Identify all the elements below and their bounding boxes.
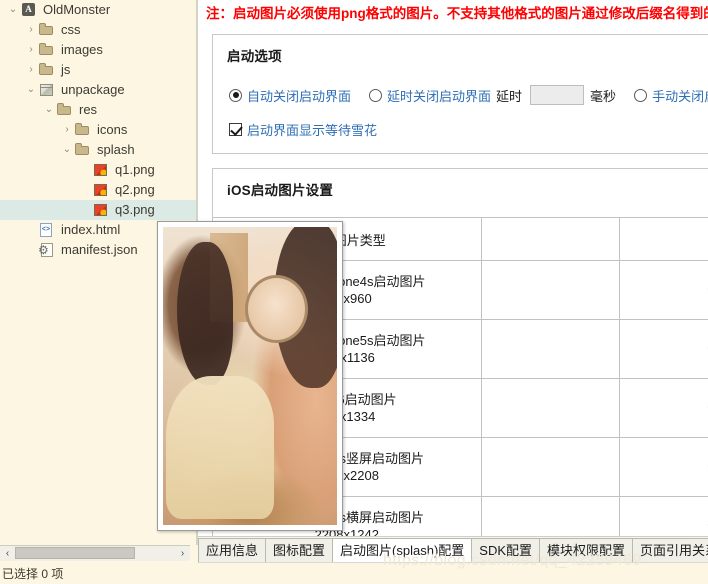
tree-item-images[interactable]: › images (0, 40, 196, 60)
tree-item-label: unpackage (61, 82, 125, 97)
tab-1[interactable]: 图标配置 (265, 538, 334, 562)
tree-item-label: q3.png (115, 202, 155, 217)
scrollbar-track[interactable] (15, 546, 175, 561)
tree-item-css[interactable]: › css (0, 20, 196, 40)
chevron-down-icon[interactable]: ⌄ (42, 100, 56, 120)
html-file-icon (38, 222, 56, 238)
tab-4[interactable]: 模块权限配置 (539, 538, 634, 562)
tree-item-label: splash (97, 142, 135, 157)
tree-item-label: images (61, 42, 103, 57)
tree-item-label: q1.png (115, 162, 155, 177)
tab-0[interactable]: 应用信息 (198, 538, 267, 562)
tree-item-q2-png[interactable]: q2.png (0, 180, 196, 200)
tree-item-js[interactable]: › js (0, 60, 196, 80)
radio-manual-close[interactable] (634, 88, 648, 102)
preview-photo (163, 227, 337, 525)
tree-item-res[interactable]: ⌄ res (0, 100, 196, 120)
launch-options-title: 启动选项 (227, 49, 282, 64)
launch-mode-radio-group[interactable]: 自动关闭启动界面 延时关闭启动界面 延时 毫秒 手动关闭启动界 (229, 85, 708, 105)
chevron-right-icon[interactable]: › (24, 40, 38, 60)
chevron-right-icon[interactable]: › (24, 60, 38, 80)
tree-item-label: q2.png (115, 182, 155, 197)
cell-preview-action[interactable] (619, 378, 708, 438)
tree-item-label: css (61, 22, 81, 37)
tree-item-label: OldMonster (43, 2, 111, 17)
scrollbar-thumb[interactable] (15, 547, 135, 559)
delay-unit-label: 毫秒 (590, 88, 617, 104)
tree-horizontal-scrollbar[interactable]: ‹ › (0, 545, 190, 561)
chevron-down-icon[interactable]: ⌄ (6, 0, 20, 20)
photo-sweater (166, 376, 275, 520)
radio-manual-close-label[interactable]: 手动关闭启动界 (652, 86, 708, 105)
cell-preview (481, 260, 620, 320)
column-header-preview (481, 217, 620, 261)
status-bar: 已选择 0 项 (2, 567, 64, 581)
tree-item-icons[interactable]: › icons (0, 120, 196, 140)
tab-5[interactable]: 页面引用关系 (632, 538, 708, 562)
chevron-right-icon[interactable]: › (24, 20, 38, 40)
png-file-icon (92, 182, 110, 198)
png-file-icon (92, 162, 110, 178)
cell-preview-action[interactable] (619, 437, 708, 497)
delay-input[interactable] (530, 85, 585, 105)
cell-preview-action[interactable] (619, 260, 708, 320)
cube-icon (38, 82, 56, 98)
scroll-left-icon[interactable]: ‹ (0, 546, 15, 561)
checkbox-waiting-snowflake[interactable] (229, 123, 242, 136)
radio-auto-close-label[interactable]: 自动关闭启动界面 (247, 86, 351, 105)
project-icon (20, 2, 38, 18)
launch-options-card: 启动选项 自动关闭启动界面 延时关闭启动界面 延时 毫秒 手动关闭启动界 启动界… (212, 34, 708, 154)
ios-splash-title: iOS启动图片设置 (227, 183, 334, 198)
image-preview-tooltip (157, 221, 343, 531)
cell-preview (481, 319, 620, 379)
editor-tab-bar[interactable]: 应用信息图标配置启动图片(splash)配置SDK配置模块权限配置页面引用关系代… (198, 536, 708, 562)
tab-2[interactable]: 启动图片(splash)配置 (332, 538, 473, 562)
radio-auto-close[interactable] (229, 88, 242, 102)
png-format-notice: 注：启动图片必须使用png格式的图片。不支持其他格式的图片通过修改后缀名得到的p… (206, 6, 708, 21)
tree-item-q1-png[interactable]: q1.png (0, 160, 196, 180)
tree-item-q3-png[interactable]: q3.png (0, 200, 196, 220)
tree-item-label: manifest.json (61, 242, 138, 257)
folder-icon (38, 62, 56, 78)
chevron-down-icon[interactable]: ⌄ (60, 140, 74, 160)
tree-item-splash[interactable]: ⌄ splash (0, 140, 196, 160)
cell-preview-action[interactable] (619, 319, 708, 379)
folder-icon (56, 102, 74, 118)
tree-item-label: index.html (61, 222, 121, 237)
png-file-icon (92, 202, 110, 218)
photo-subject-a (176, 241, 233, 385)
tree-item-label: res (79, 102, 98, 117)
column-header-path (619, 217, 708, 261)
waiting-snowflake-row[interactable]: 启动界面显示等待雪花 (229, 120, 377, 139)
folder-icon (74, 122, 92, 138)
chevron-down-icon[interactable]: ⌄ (24, 80, 38, 100)
checkbox-waiting-snowflake-label[interactable]: 启动界面显示等待雪花 (247, 120, 377, 139)
delay-prefix-label: 延时 (496, 88, 523, 104)
app-window: ⌄ OldMonster › css › images › js ⌄ unpackage ⌄ res ›… (0, 0, 708, 584)
radio-delay-close[interactable] (369, 88, 383, 102)
scroll-right-icon[interactable]: › (175, 546, 190, 561)
radio-delay-close-label[interactable]: 延时关闭启动界面 (387, 86, 491, 105)
editor-bottom-strip (198, 562, 708, 584)
tree-item-label: icons (97, 122, 128, 137)
folder-icon (38, 42, 56, 58)
json-file-icon (38, 242, 56, 258)
tree-item-label: js (61, 62, 71, 77)
tree-item-unpackage[interactable]: ⌄ unpackage (0, 80, 196, 100)
tree-item-oldmonster[interactable]: ⌄ OldMonster (0, 0, 196, 20)
tab-3[interactable]: SDK配置 (471, 538, 541, 562)
chevron-right-icon[interactable]: › (60, 120, 74, 140)
cell-preview (481, 378, 620, 438)
photo-mirror (244, 274, 309, 344)
cell-preview (481, 437, 620, 497)
folder-icon (74, 142, 92, 158)
folder-icon (38, 22, 56, 38)
